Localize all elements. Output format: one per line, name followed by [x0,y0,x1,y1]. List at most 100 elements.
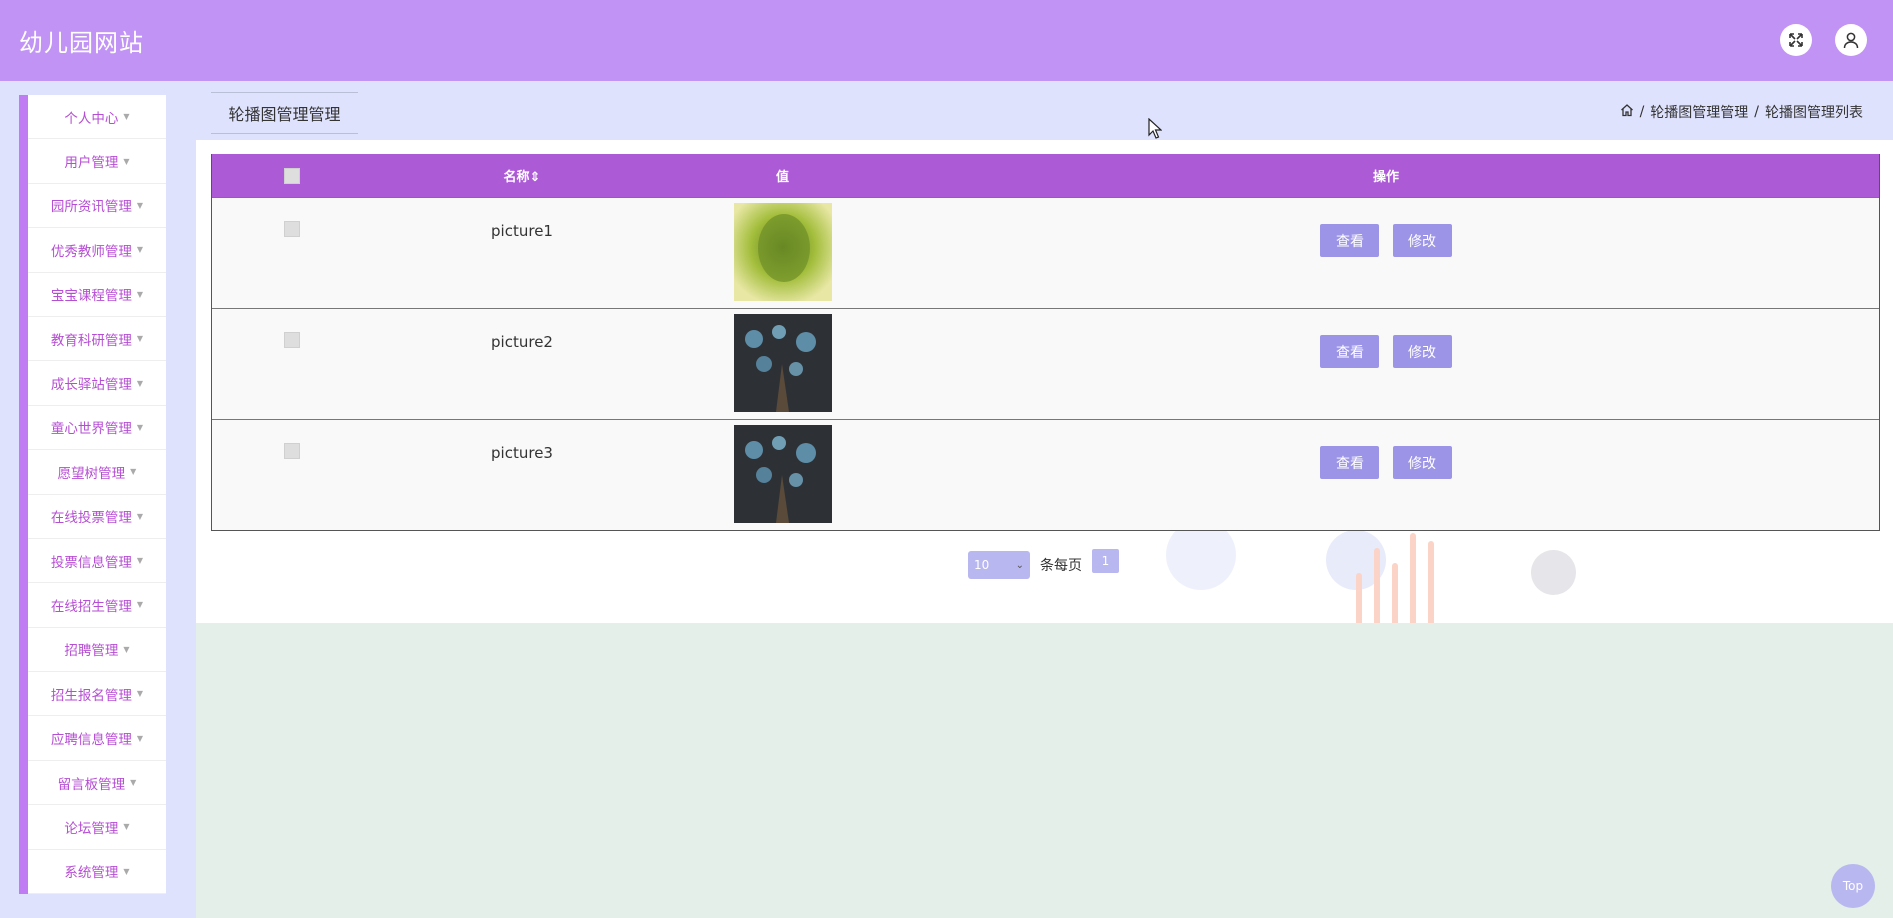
row-checkbox[interactable] [284,221,300,237]
sidebar-item-online-enroll[interactable]: 在线招生管理 ▼ [28,583,166,628]
decor-bar [1374,548,1380,623]
breadcrumb-separator: / [1639,104,1645,120]
chevron-down-icon: ▼ [130,467,137,477]
chevron-down-icon: ▼ [123,112,130,122]
sidebar-menu: 个人中心 ▼ 用户管理 ▼ 园所资讯管理 ▼ 优秀教师管理 ▼ 宝宝课程管理 ▼ 教育科研… [19,95,166,895]
chevron-down-icon: ▼ [136,733,144,743]
sidebar-item-label: 论坛管理 [64,820,119,837]
sidebar-item-label: 系统管理 [64,865,119,882]
mouse-cursor-icon [1148,118,1162,139]
row-checkbox[interactable] [284,332,300,348]
row-name: picture3 [491,444,553,462]
header-value: 值 [775,170,789,185]
user-avatar-icon[interactable] [1835,24,1867,56]
app-title: 幼儿园网站 [19,29,144,57]
page-size-select[interactable]: 10 ⌄ [968,551,1030,579]
breadcrumb-level2: 轮播图管理列表 [1765,105,1863,121]
sidebar-item-label: 优秀教师管理 [50,243,132,260]
decor-bar [1392,563,1398,623]
page-tab[interactable]: 轮播图管理管理 [211,92,358,134]
view-button[interactable]: 查看 [1320,224,1380,257]
table-header: 名称⇕ 值 操作 [212,154,1879,197]
chevron-down-icon: ▼ [136,200,144,210]
fullscreen-icon[interactable] [1780,24,1812,56]
chevron-down-icon: ▼ [136,422,144,432]
breadcrumb: / 轮播图管理管理 / 轮播图管理列表 [1620,102,1863,122]
decor-bar [1428,541,1434,623]
row-name: picture1 [491,222,553,240]
chevron-down-icon: ▼ [136,334,144,344]
carousel-image-thumbnail[interactable] [733,425,832,523]
decor-figure [1531,550,1576,595]
sidebar-item-teachers[interactable]: 优秀教师管理 ▼ [28,228,166,273]
carousel-image-thumbnail[interactable] [733,314,832,412]
sidebar-item-label: 教育科研管理 [50,332,132,349]
edit-button[interactable]: 修改 [1392,446,1452,479]
sidebar-item-kids-world[interactable]: 童心世界管理 ▼ [28,406,166,451]
row-checkbox[interactable] [284,443,300,459]
sidebar-item-wish-tree[interactable]: 愿望树管理 ▼ [28,450,166,495]
table-row: picture2 查看 修改 [212,308,1879,419]
home-icon[interactable] [1620,103,1634,121]
sidebar-item-label: 成长驿站管理 [50,377,132,394]
chevron-down-icon: ▼ [136,378,144,388]
sidebar-item-courses[interactable]: 宝宝课程管理 ▼ [28,273,166,317]
sidebar-item-label: 在线投票管理 [50,510,132,527]
sidebar-item-label: 投票信息管理 [50,554,132,571]
sidebar-item-message-board[interactable]: 留言板管理 ▼ [28,761,166,806]
chevron-down-icon: ▼ [130,778,137,788]
sidebar-item-label: 留言板管理 [57,776,126,793]
breadcrumb-separator: / [1754,104,1759,120]
decor-bar [1356,573,1362,623]
sidebar-item-forum[interactable]: 论坛管理 ▼ [28,805,166,850]
row-name: picture2 [491,333,553,351]
edit-button[interactable]: 修改 [1392,224,1452,257]
sidebar-item-label: 招生报名管理 [50,687,132,704]
chevron-down-icon: ⌄ [1015,559,1024,571]
sidebar-item-recruit[interactable]: 招聘管理 ▼ [28,628,166,673]
sidebar-item-personal-center[interactable]: 个人中心 ▼ [28,95,166,140]
sort-icon[interactable]: ⇕ [530,170,541,185]
per-page-label: 条每页 [1040,558,1082,574]
decor-bar [1410,533,1416,623]
page-number-button[interactable]: 1 [1092,549,1119,573]
back-to-top-button[interactable]: Top [1831,864,1875,908]
page-size-value: 10 [974,558,990,572]
edit-button[interactable]: 修改 [1392,335,1452,368]
sidebar-item-label: 在线招生管理 [50,598,132,615]
sidebar-item-research[interactable]: 教育科研管理 ▼ [28,317,166,362]
chevron-down-icon: ▼ [123,866,130,876]
view-button[interactable]: 查看 [1320,335,1380,368]
chevron-down-icon: ▼ [136,289,144,299]
sidebar-item-label: 个人中心 [64,110,119,127]
carousel-table: 名称⇕ 值 操作 picture1 查看 修改 picture2 查看 修改 p… [211,154,1880,531]
sidebar-item-growth[interactable]: 成长驿站管理 ▼ [28,361,166,406]
table-row: picture1 查看 修改 [212,197,1879,308]
sidebar-item-job-apply[interactable]: 应聘信息管理 ▼ [28,716,166,761]
sidebar-item-vote-info[interactable]: 投票信息管理 ▼ [28,539,166,584]
sidebar-item-label: 应聘信息管理 [50,732,132,749]
sidebar-item-label: 愿望树管理 [57,465,126,482]
chevron-down-icon: ▼ [123,644,130,654]
sidebar-item-system[interactable]: 系统管理 ▼ [28,850,166,895]
sidebar-item-label: 童心世界管理 [50,421,132,438]
sidebar-item-enroll-apply[interactable]: 招生报名管理 ▼ [28,672,166,717]
header-operations: 操作 [1372,170,1399,185]
sidebar-item-label: 招聘管理 [64,643,119,660]
chevron-down-icon: ▼ [136,245,144,255]
header-name[interactable]: 名称⇕ [372,166,672,185]
sidebar-item-users[interactable]: 用户管理 ▼ [28,139,166,184]
chevron-down-icon: ▼ [136,556,144,566]
sidebar-item-news[interactable]: 园所资讯管理 ▼ [28,184,166,229]
breadcrumb-level1[interactable]: 轮播图管理管理 [1650,102,1748,122]
chevron-down-icon: ▼ [136,689,144,699]
top-header: 幼儿园网站 [0,0,1893,81]
sidebar-item-label: 宝宝课程管理 [50,288,132,305]
sidebar-item-label: 用户管理 [64,155,119,172]
sidebar-item-label: 园所资讯管理 [50,199,132,216]
select-all-checkbox[interactable] [284,167,300,184]
view-button[interactable]: 查看 [1320,446,1380,479]
carousel-image-thumbnail[interactable] [733,203,832,301]
chevron-down-icon: ▼ [123,156,130,166]
sidebar-item-online-vote[interactable]: 在线投票管理 ▼ [28,495,166,539]
